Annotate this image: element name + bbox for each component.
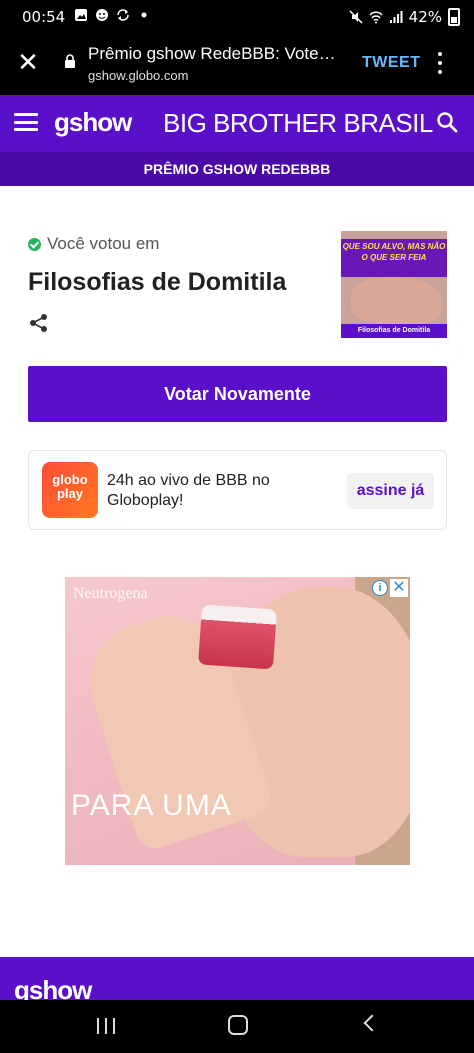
status-bar: 00:54 42% xyxy=(0,0,474,34)
check-icon xyxy=(28,237,41,251)
voted-status: Você votou em xyxy=(28,234,159,254)
home-icon[interactable] xyxy=(228,1015,248,1035)
footer-logo[interactable]: gshow xyxy=(14,975,92,1000)
candidate-thumbnail: QUE SOU ALVO, MAS NÃO O QUE SER FEIA Fil… xyxy=(341,231,447,338)
gallery-icon xyxy=(75,9,87,21)
share-icon[interactable] xyxy=(28,312,50,334)
ad-product-jar xyxy=(197,604,278,670)
sync-icon xyxy=(117,9,129,21)
wifi-icon xyxy=(369,11,383,24)
vote-again-button[interactable]: Votar Novamente xyxy=(28,366,447,422)
voted-label: Você votou em xyxy=(47,234,160,253)
tweet-button[interactable]: TWEET xyxy=(362,54,421,72)
close-tab-button[interactable]: ✕ xyxy=(14,48,42,76)
globoplay-logo: globo play xyxy=(42,462,98,518)
globoplay-promo-card: globo play 24h ao vivo de BBB no Globopl… xyxy=(28,450,447,530)
signal-icon xyxy=(389,11,403,23)
browser-toolbar: ✕ Prêmio gshow RedeBBB: Vote… gshow.glob… xyxy=(0,34,474,95)
advertisement[interactable]: Neutrogena i ✕ PARA UMA xyxy=(65,577,410,865)
thumbnail-banner-text: QUE SOU ALVO, MAS NÃO O QUE SER FEIA xyxy=(342,242,446,262)
menu-icon[interactable] xyxy=(14,113,38,131)
ad-info-icon[interactable]: i xyxy=(372,580,388,596)
battery-percent: 42% xyxy=(408,8,442,26)
globoplay-promo-text: 24h ao vivo de BBB no Globoplay! xyxy=(107,472,270,509)
system-icons: 42% xyxy=(349,8,460,26)
ad-brand: Neutrogena xyxy=(73,585,148,602)
site-header: gshow BIG BROTHER BRASIL xyxy=(0,95,474,152)
lock-icon xyxy=(65,54,75,68)
section-title[interactable]: BIG BROTHER BRASIL xyxy=(163,108,433,139)
battery-icon xyxy=(448,8,460,26)
notification-icons xyxy=(74,8,151,22)
gshow-logo[interactable]: gshow xyxy=(54,107,132,138)
candidate-name: Filosofias de Domitila xyxy=(28,268,287,296)
system-nav-bar xyxy=(0,1000,474,1053)
back-icon[interactable] xyxy=(363,1014,381,1032)
dot-icon xyxy=(141,12,147,18)
ad-close-icon[interactable]: ✕ xyxy=(390,579,408,597)
page-url[interactable]: gshow.globo.com xyxy=(88,68,188,83)
thumbnail-caption: Filosofias de Domitila xyxy=(341,324,447,338)
face-icon xyxy=(96,9,108,21)
site-footer: gshow xyxy=(0,957,474,1000)
mute-icon xyxy=(349,10,363,24)
thumbnail-face xyxy=(351,277,441,325)
page-title: Prêmio gshow RedeBBB: Vote… xyxy=(88,44,336,63)
ad-headline: PARA UMA xyxy=(71,789,232,822)
subscribe-button[interactable]: assine já xyxy=(347,473,434,509)
sub-header: PRÊMIO GSHOW REDEBBB xyxy=(0,152,474,186)
more-options-icon[interactable] xyxy=(436,50,444,76)
search-icon[interactable] xyxy=(436,111,458,133)
status-time: 00:54 xyxy=(22,8,66,26)
recent-apps-icon[interactable] xyxy=(97,1018,115,1034)
